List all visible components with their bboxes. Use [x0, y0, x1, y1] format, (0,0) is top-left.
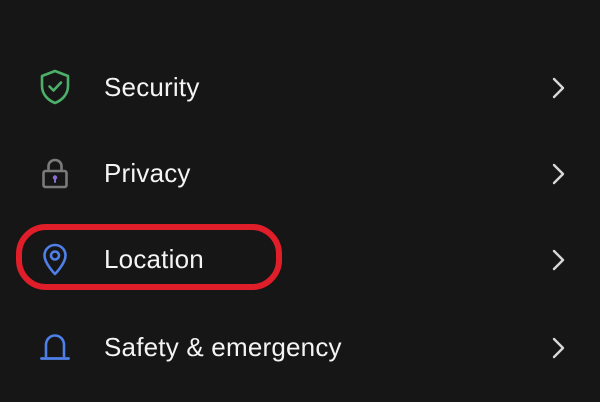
- chevron-right-icon: [548, 162, 568, 186]
- settings-item-location[interactable]: Location: [0, 216, 600, 302]
- chevron-right-icon: [548, 336, 568, 360]
- settings-item-safety-emergency[interactable]: Safety & emergency: [0, 304, 600, 390]
- lock-icon: [34, 152, 76, 194]
- settings-item-label: Privacy: [104, 158, 191, 188]
- settings-item-security[interactable]: Security: [0, 44, 600, 130]
- shield-check-icon: [34, 66, 76, 108]
- settings-item-label: Security: [104, 72, 200, 102]
- settings-item-label: Safety & emergency: [104, 332, 342, 362]
- settings-list: Security Privacy Location Safety & emerg…: [0, 0, 600, 402]
- chevron-right-icon: [548, 248, 568, 272]
- chevron-right-icon: [548, 76, 568, 100]
- settings-item-label: Location: [104, 244, 204, 274]
- siren-icon: [34, 326, 76, 368]
- map-pin-icon: [34, 238, 76, 280]
- settings-item-privacy[interactable]: Privacy: [0, 130, 600, 216]
